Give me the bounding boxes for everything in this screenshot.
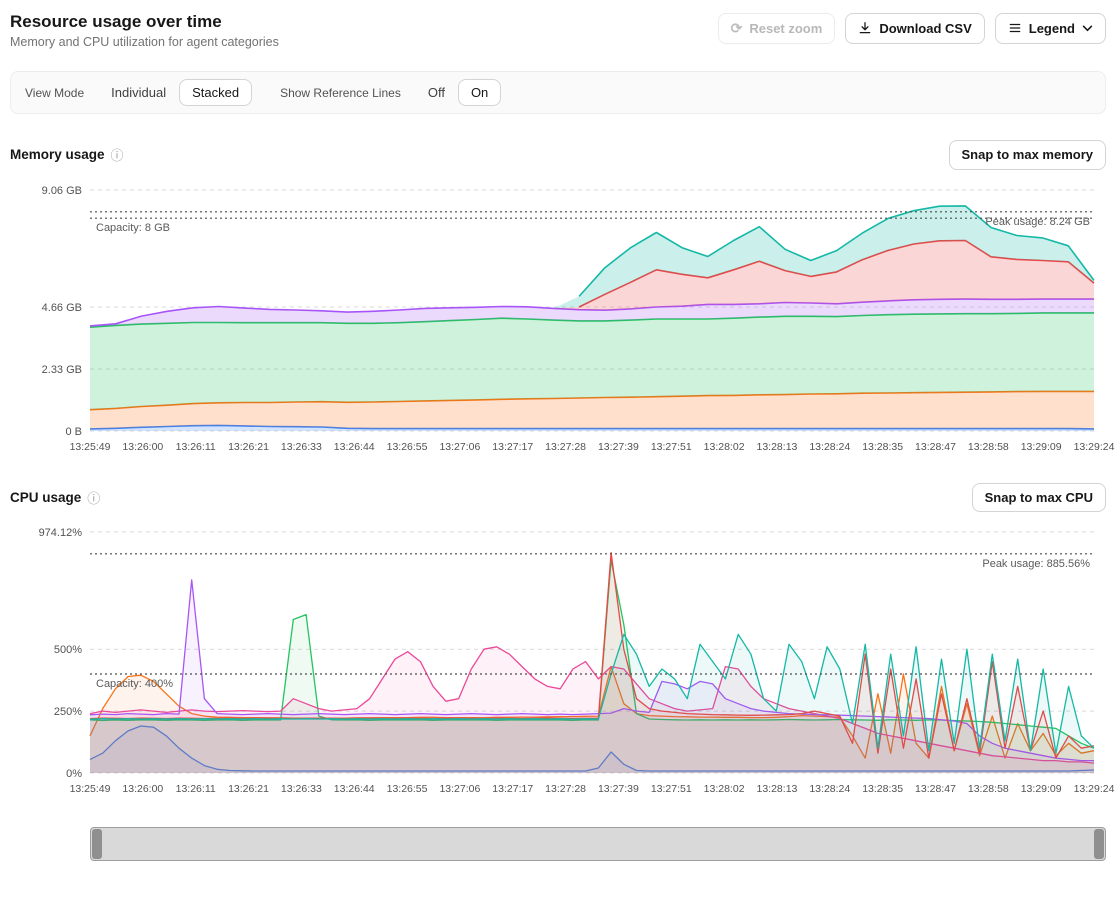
svg-text:13:27:28: 13:27:28 — [545, 441, 586, 453]
header-actions: ⟳ Reset zoom Download CSV Legend — [718, 13, 1106, 44]
svg-text:13:28:13: 13:28:13 — [757, 441, 798, 453]
svg-text:13:28:24: 13:28:24 — [809, 783, 850, 795]
svg-text:13:26:11: 13:26:11 — [176, 783, 216, 795]
snap-to-max-memory-button[interactable]: Snap to max memory — [949, 140, 1107, 170]
info-icon[interactable]: ⓘ — [111, 145, 124, 164]
brush-handle-right[interactable] — [1094, 829, 1104, 859]
svg-text:13:28:58: 13:28:58 — [968, 441, 1009, 453]
svg-text:0 B: 0 B — [65, 426, 82, 438]
svg-text:13:26:33: 13:26:33 — [281, 783, 322, 795]
view-mode-individual-button[interactable]: Individual — [98, 79, 179, 106]
svg-text:13:26:00: 13:26:00 — [122, 783, 163, 795]
svg-text:13:27:17: 13:27:17 — [492, 783, 533, 795]
memory-section-title-row: Memory usage ⓘ — [10, 145, 124, 164]
svg-text:13:26:44: 13:26:44 — [334, 783, 375, 795]
svg-text:13:27:51: 13:27:51 — [651, 783, 692, 795]
svg-text:13:26:21: 13:26:21 — [228, 783, 269, 795]
svg-text:13:29:09: 13:29:09 — [1021, 783, 1062, 795]
cpu-section-title: CPU usage — [10, 490, 81, 505]
svg-text:13:29:24: 13:29:24 — [1074, 783, 1115, 795]
svg-text:13:27:17: 13:27:17 — [492, 441, 533, 453]
svg-text:13:26:11: 13:26:11 — [176, 441, 216, 453]
svg-text:13:28:47: 13:28:47 — [915, 441, 956, 453]
svg-text:13:27:06: 13:27:06 — [439, 441, 480, 453]
svg-text:13:28:35: 13:28:35 — [862, 441, 903, 453]
svg-text:13:26:44: 13:26:44 — [334, 441, 375, 453]
time-range-brush[interactable] — [90, 827, 1106, 861]
svg-text:13:28:47: 13:28:47 — [915, 783, 956, 795]
cpu-section-title-row: CPU usage ⓘ — [10, 488, 100, 507]
svg-text:13:28:13: 13:28:13 — [757, 783, 798, 795]
svg-text:13:27:06: 13:27:06 — [439, 783, 480, 795]
svg-text:13:25:49: 13:25:49 — [70, 783, 111, 795]
svg-text:974.12%: 974.12% — [39, 527, 83, 539]
legend-label: Legend — [1029, 21, 1075, 37]
svg-text:9.06 GB: 9.06 GB — [42, 185, 82, 197]
svg-text:13:28:35: 13:28:35 — [862, 783, 903, 795]
svg-text:13:26:55: 13:26:55 — [387, 783, 428, 795]
svg-text:13:27:39: 13:27:39 — [598, 783, 639, 795]
reset-zoom-button[interactable]: ⟳ Reset zoom — [718, 13, 836, 44]
svg-text:4.66 GB: 4.66 GB — [42, 302, 82, 314]
info-icon[interactable]: ⓘ — [87, 488, 100, 507]
reference-lines-on-button[interactable]: On — [458, 79, 501, 106]
chart-controls-bar: View Mode Individual Stacked Show Refere… — [10, 71, 1106, 114]
svg-text:13:27:51: 13:27:51 — [651, 441, 692, 453]
svg-text:13:28:24: 13:28:24 — [809, 441, 850, 453]
reference-lines-label: Show Reference Lines — [280, 86, 401, 100]
svg-text:13:28:02: 13:28:02 — [704, 441, 745, 453]
svg-text:13:28:58: 13:28:58 — [968, 783, 1009, 795]
svg-text:Peak usage: 8.24 GB: Peak usage: 8.24 GB — [985, 215, 1090, 227]
svg-text:500%: 500% — [54, 644, 82, 656]
svg-text:13:29:09: 13:29:09 — [1021, 441, 1062, 453]
memory-section-title: Memory usage — [10, 147, 105, 162]
svg-text:Peak usage: 885.56%: Peak usage: 885.56% — [982, 558, 1090, 570]
svg-text:13:28:02: 13:28:02 — [704, 783, 745, 795]
reset-zoom-label: Reset zoom — [749, 21, 822, 37]
svg-text:13:27:28: 13:27:28 — [545, 783, 586, 795]
chevron-down-icon — [1082, 25, 1093, 32]
brush-handle-left[interactable] — [92, 829, 102, 859]
svg-text:13:26:33: 13:26:33 — [281, 441, 322, 453]
page-subtitle: Memory and CPU utilization for agent cat… — [10, 35, 279, 49]
header: Resource usage over time Memory and CPU … — [10, 0, 1106, 49]
legend-list-icon — [1008, 21, 1022, 35]
reference-lines-off-button[interactable]: Off — [415, 79, 458, 106]
cpu-usage-chart[interactable]: 974.12% 500% 250% 0% Peak usage: 885.56% Capa… — [10, 514, 1106, 799]
svg-text:13:26:00: 13:26:00 — [122, 441, 163, 453]
svg-text:13:26:55: 13:26:55 — [387, 441, 428, 453]
download-icon — [858, 21, 872, 35]
svg-text:250%: 250% — [54, 706, 82, 718]
legend-button[interactable]: Legend — [995, 13, 1106, 44]
cpu-section-header: CPU usage ⓘ Snap to max CPU — [10, 483, 1106, 513]
svg-text:13:25:49: 13:25:49 — [70, 441, 111, 453]
memory-usage-chart[interactable]: 9.06 GB 4.66 GB 2.33 GB 0 B Capacity: 8 GB Pe… — [10, 172, 1106, 457]
svg-text:Capacity: 8 GB: Capacity: 8 GB — [96, 222, 170, 234]
download-csv-label: Download CSV — [879, 21, 971, 37]
svg-text:2.33 GB: 2.33 GB — [42, 364, 82, 376]
header-titles: Resource usage over time Memory and CPU … — [10, 0, 279, 49]
svg-text:Capacity: 400%: Capacity: 400% — [96, 678, 173, 690]
view-mode-label: View Mode — [25, 86, 84, 100]
svg-text:13:27:39: 13:27:39 — [598, 441, 639, 453]
view-mode-stacked-button[interactable]: Stacked — [179, 79, 252, 106]
reset-zoom-icon: ⟳ — [731, 20, 743, 37]
svg-text:0%: 0% — [66, 768, 82, 780]
svg-text:13:26:21: 13:26:21 — [228, 441, 269, 453]
memory-section-header: Memory usage ⓘ Snap to max memory — [10, 140, 1106, 170]
download-csv-button[interactable]: Download CSV — [845, 13, 984, 44]
snap-to-max-cpu-button[interactable]: Snap to max CPU — [972, 483, 1106, 513]
svg-text:13:29:24: 13:29:24 — [1074, 441, 1115, 453]
page-title: Resource usage over time — [10, 12, 279, 32]
